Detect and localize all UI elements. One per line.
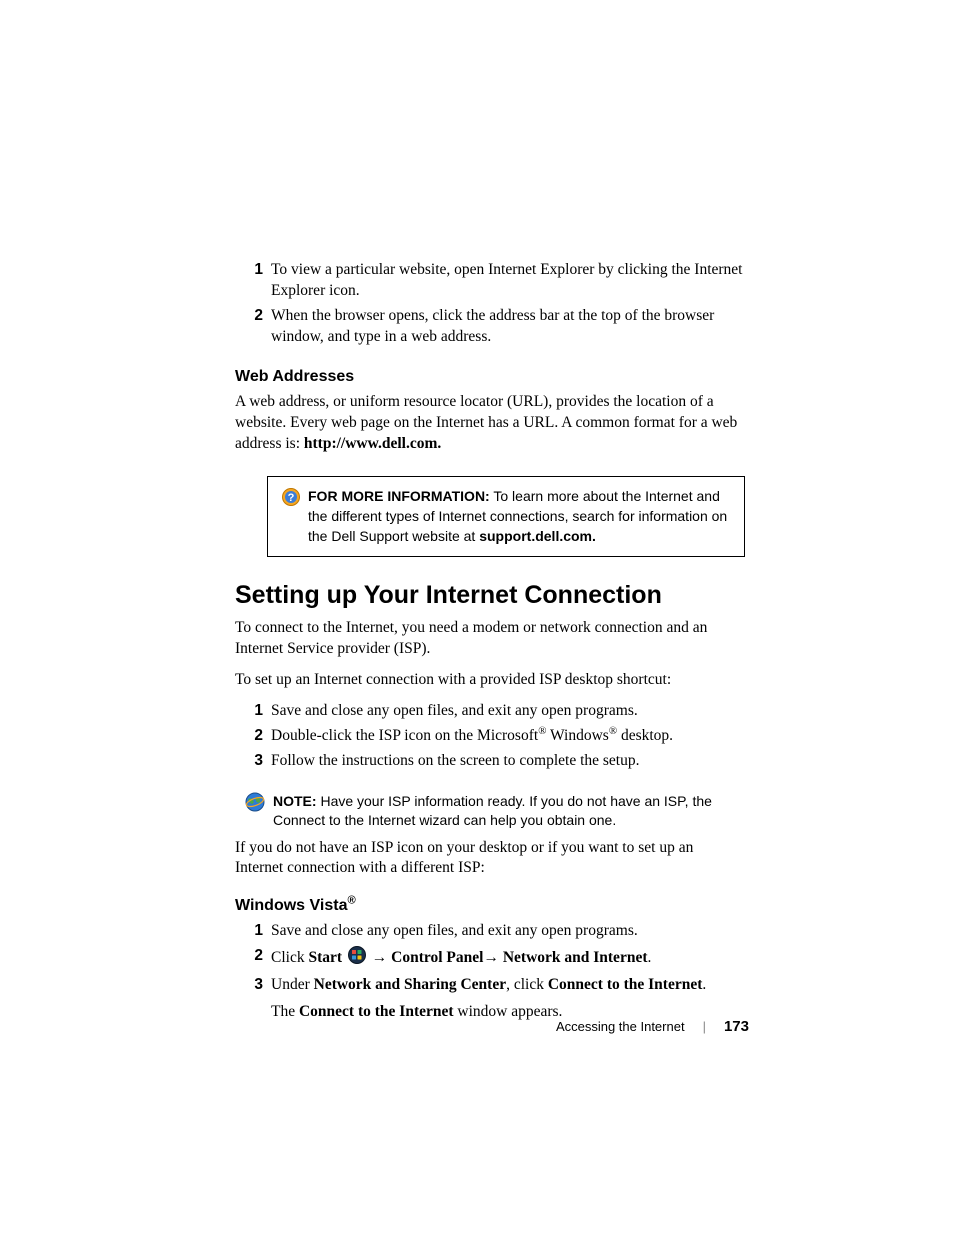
info-box-label: FOR MORE INFORMATION: <box>308 488 490 504</box>
step-text: Save and close any open files, and exit … <box>271 921 745 942</box>
intro-para-1: To connect to the Internet, you need a m… <box>235 618 745 660</box>
text-fragment: The <box>271 1003 299 1020</box>
note-text: NOTE: Have your ISP information ready. I… <box>273 792 745 830</box>
registered-mark: ® <box>609 725 617 737</box>
step-text: When the browser opens, click the addres… <box>271 306 745 348</box>
step-number: 2 <box>235 726 271 747</box>
text-fragment: Click <box>271 949 308 966</box>
svg-text:?: ? <box>288 492 295 504</box>
step-number: 1 <box>235 260 271 302</box>
intro-steps-list: 1 To view a particular website, open Int… <box>235 260 745 348</box>
start-label: Start <box>308 949 342 966</box>
registered-mark: ® <box>347 895 355 907</box>
list-item: 3 Under Network and Sharing Center, clic… <box>235 975 745 1023</box>
vista-steps-list: 1 Save and close any open files, and exi… <box>235 921 745 1023</box>
list-item: 1 Save and close any open files, and exi… <box>235 921 745 942</box>
control-panel-label: Control Panel <box>391 949 483 966</box>
web-addresses-para: A web address, or uniform resource locat… <box>235 392 745 455</box>
arrow: → <box>368 949 391 966</box>
step-number: 1 <box>235 701 271 722</box>
page-footer: Accessing the Internet | 173 <box>556 1018 749 1035</box>
list-item: 2 Click Start → Control Panel→ Network a… <box>235 946 745 971</box>
step-number: 3 <box>235 975 271 1023</box>
para-after-note: If you do not have an ISP icon on your d… <box>235 838 745 880</box>
page-number: 173 <box>724 1018 749 1035</box>
info-box-text: FOR MORE INFORMATION: To learn more abou… <box>308 487 730 546</box>
main-heading: Setting up Your Internet Connection <box>235 581 745 610</box>
start-orb-icon <box>348 946 366 971</box>
note-label: NOTE: <box>273 793 317 809</box>
text-fragment: Have your ISP information ready. If you … <box>273 793 712 828</box>
vista-heading: Windows Vista® <box>235 897 745 915</box>
text-fragment: desktop. <box>617 727 673 744</box>
intro-para-2: To set up an Internet connection with a … <box>235 670 745 691</box>
step-text: Follow the instructions on the screen to… <box>271 751 745 772</box>
text-fragment: window appears. <box>454 1003 563 1020</box>
connect-internet-label: Connect to the Internet <box>548 976 703 993</box>
step-number: 1 <box>235 921 271 942</box>
connect-window-label: Connect to the Internet <box>299 1003 454 1020</box>
network-internet-label: Network and Internet <box>503 949 648 966</box>
info-box: ? FOR MORE INFORMATION: To learn more ab… <box>267 476 745 557</box>
step-text: To view a particular website, open Inter… <box>271 260 745 302</box>
step-text: Save and close any open files, and exit … <box>271 701 745 722</box>
step-text: Under Network and Sharing Center, click … <box>271 975 745 1023</box>
footer-divider: | <box>703 1019 706 1034</box>
text-fragment: Windows <box>546 727 608 744</box>
text-fragment: Double-click the ISP icon on the Microso… <box>271 727 538 744</box>
web-addresses-heading: Web Addresses <box>235 368 745 386</box>
list-item: 1 To view a particular website, open Int… <box>235 260 745 302</box>
url-bold: http://www.dell.com. <box>304 435 441 452</box>
step-number: 3 <box>235 751 271 772</box>
text-fragment: Under <box>271 976 314 993</box>
info-box-link: support.dell.com. <box>479 528 596 544</box>
list-item: 2 When the browser opens, click the addr… <box>235 306 745 348</box>
nsc-label: Network and Sharing Center <box>314 976 506 993</box>
step-number: 2 <box>235 946 271 971</box>
step-number: 2 <box>235 306 271 348</box>
page-content: 1 To view a particular website, open Int… <box>235 260 745 1043</box>
list-item: 1 Save and close any open files, and exi… <box>235 701 745 722</box>
list-item: 3 Follow the instructions on the screen … <box>235 751 745 772</box>
chapter-title: Accessing the Internet <box>556 1019 685 1034</box>
step-text: Double-click the ISP icon on the Microso… <box>271 726 745 747</box>
setup-steps-list: 1 Save and close any open files, and exi… <box>235 701 745 772</box>
text-fragment: , click <box>506 976 548 993</box>
step-text: Click Start → Control Panel→ Network and… <box>271 946 745 971</box>
info-icon: ? <box>282 488 300 512</box>
note-row: NOTE: Have your ISP information ready. I… <box>245 792 745 830</box>
arrow: → <box>483 949 502 966</box>
globe-icon <box>245 792 265 817</box>
list-item: 2 Double-click the ISP icon on the Micro… <box>235 726 745 747</box>
text-fragment: Windows Vista <box>235 897 347 914</box>
